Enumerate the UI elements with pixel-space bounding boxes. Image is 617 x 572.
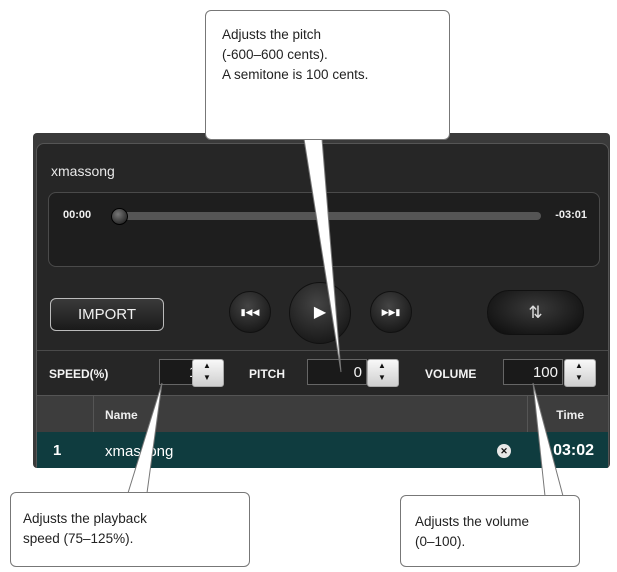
volume-pointer bbox=[532, 382, 564, 497]
volume-callout: Adjusts the volume (0–100). bbox=[400, 495, 580, 567]
speed-callout: Adjusts the playback speed (75–125%). bbox=[10, 492, 250, 567]
callout-line: Adjusts the playback bbox=[23, 511, 147, 526]
callout-line: (-600–600 cents). bbox=[222, 47, 328, 62]
callout-line: A semitone is 100 cents. bbox=[222, 67, 369, 82]
speed-pointer bbox=[127, 382, 163, 494]
callout-line: (0–100). bbox=[415, 534, 466, 549]
callout-line: Adjusts the pitch bbox=[222, 27, 322, 42]
callout-line: speed (75–125%). bbox=[23, 531, 134, 546]
pitch-callout: Adjusts the pitch (-600–600 cents). A se… bbox=[205, 10, 450, 140]
pitch-pointer bbox=[303, 138, 342, 373]
callout-line: Adjusts the volume bbox=[415, 514, 530, 529]
